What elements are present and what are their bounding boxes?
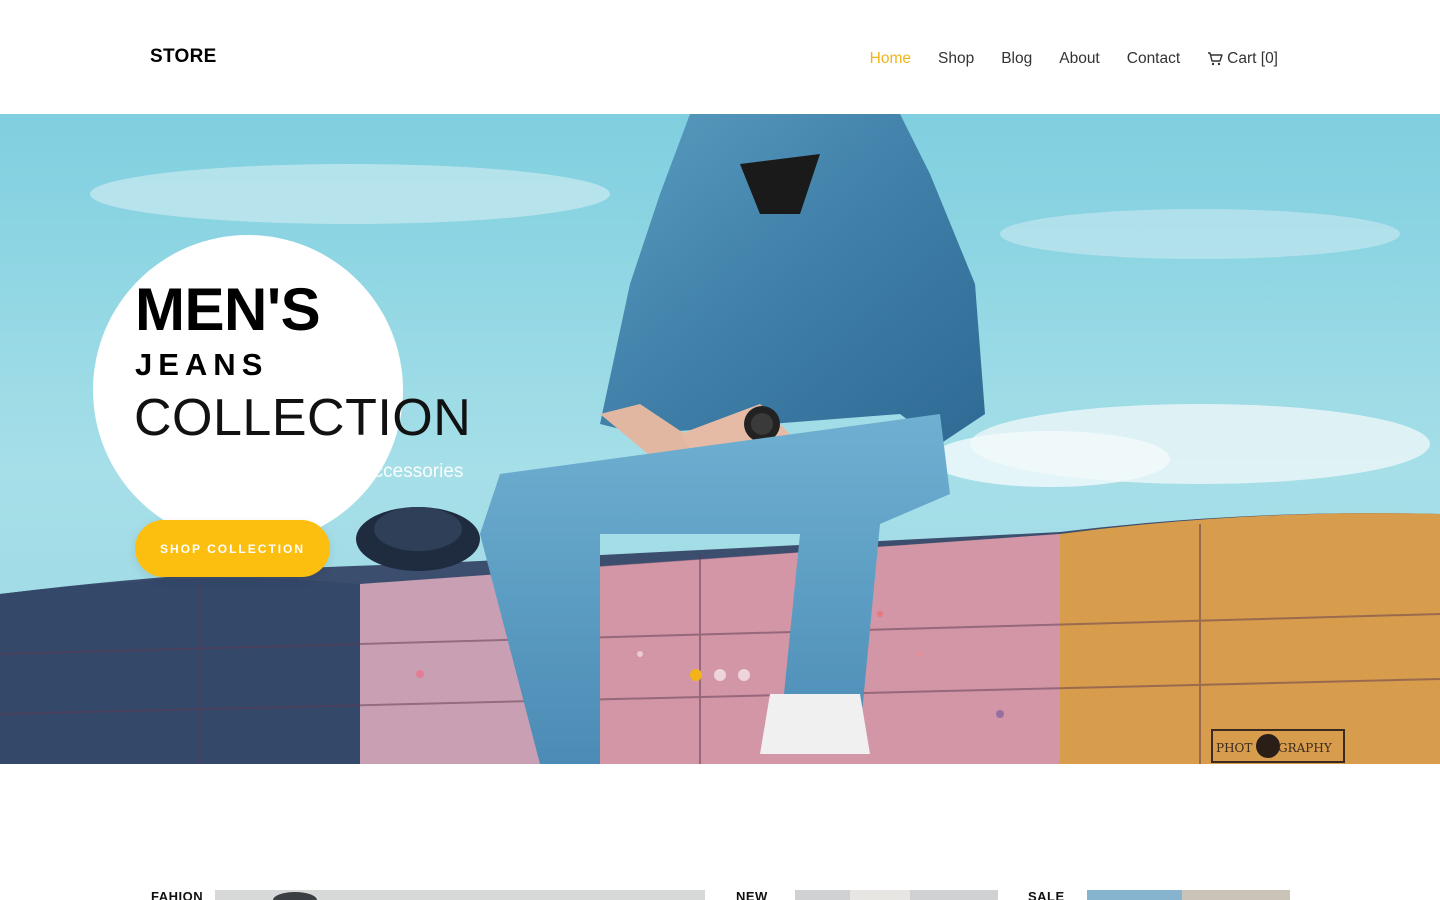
category-new-label: NEW xyxy=(736,890,776,900)
category-card-new[interactable]: NEW xyxy=(730,890,998,900)
slider-dot-1[interactable] xyxy=(690,669,702,681)
category-card-sale[interactable]: SALE xyxy=(1022,890,1290,900)
svg-text:GRAPHY: GRAPHY xyxy=(1278,741,1333,755)
shop-collection-button[interactable]: SHOP COLLECTION xyxy=(135,520,330,577)
svg-text:PHOT: PHOT xyxy=(1216,741,1252,755)
nav-item-contact[interactable]: Contact xyxy=(1127,50,1180,68)
cart-label: Cart [0] xyxy=(1227,50,1278,67)
hero-slider: MEN'S JEANS COLLECTION New stylish shirt… xyxy=(0,114,1440,764)
category-fashion-label: FAHION xyxy=(151,890,212,900)
category-card-fashion[interactable]: FAHION xyxy=(145,890,705,900)
slider-dot-2[interactable] xyxy=(714,669,726,681)
site-header: STORE Home Shop Blog About Contact Cart … xyxy=(0,0,1440,114)
hero-subtitle: New stylish shirts, pants & Accessories xyxy=(135,461,464,482)
store-logo[interactable]: STORE xyxy=(150,46,217,68)
photography-watermark-logo: GRAPHY PHOT xyxy=(1211,729,1345,763)
hero-title-jeans: JEANS xyxy=(135,347,269,382)
hero-title-collection: COLLECTION xyxy=(134,389,472,447)
slider-dots xyxy=(690,669,750,681)
main-nav: Home Shop Blog About Contact Cart [0] xyxy=(843,50,1278,68)
hero-title-mens: MEN'S xyxy=(135,276,321,343)
nav-item-home[interactable]: Home xyxy=(870,50,911,68)
slider-dot-3[interactable] xyxy=(738,669,750,681)
category-fashion-image xyxy=(215,890,705,900)
category-cards: FAHION NEW SALE xyxy=(0,890,1440,900)
nav-item-blog[interactable]: Blog xyxy=(1001,50,1032,68)
nav-item-about[interactable]: About xyxy=(1059,50,1100,68)
nav-item-shop[interactable]: Shop xyxy=(938,50,974,68)
category-sale-label: SALE xyxy=(1028,890,1073,900)
cart-icon xyxy=(1208,52,1223,66)
nav-item-cart[interactable]: Cart [0] xyxy=(1207,50,1278,68)
